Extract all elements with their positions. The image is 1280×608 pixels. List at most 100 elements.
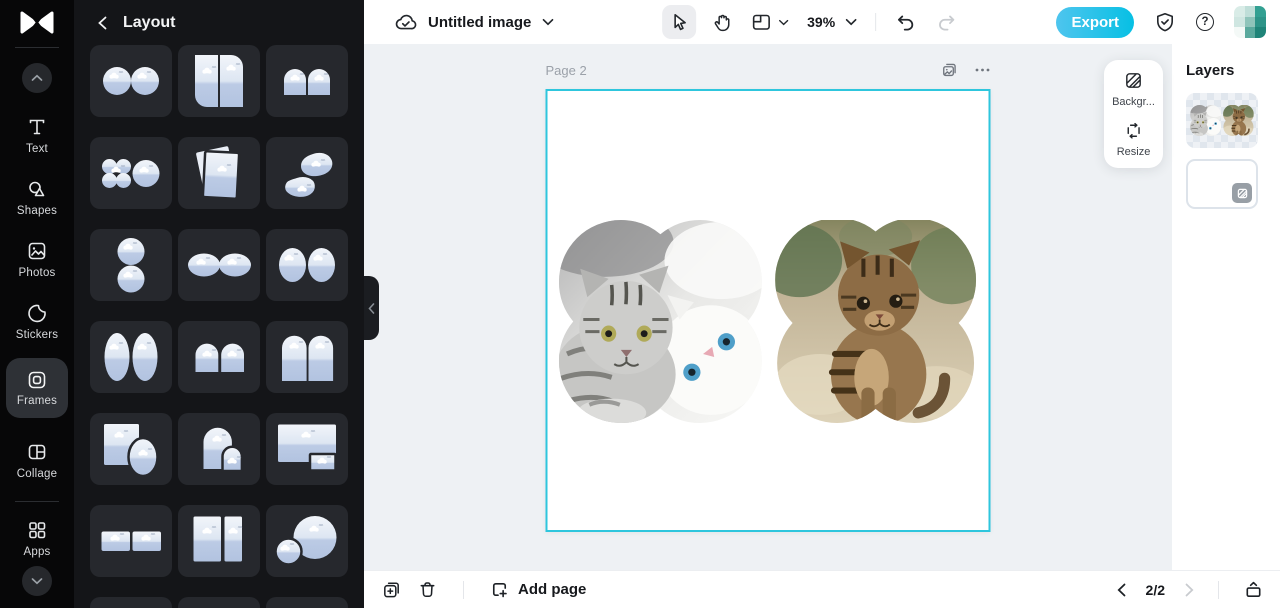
resize-button[interactable]: Resize [1106, 120, 1161, 158]
canvas-area[interactable]: Page 2 Backgr... Resize [364, 44, 1172, 570]
background-icon [1126, 73, 1141, 88]
chevron-left-icon [98, 16, 107, 30]
doc-title-dropdown[interactable] [542, 18, 554, 26]
zoom-level: 39% [807, 14, 836, 30]
sidebar-item-text[interactable]: Text [26, 116, 48, 155]
layout-thumbnail-circles-duo[interactable] [266, 505, 348, 577]
layout-thumbnail-circles-vertical[interactable] [90, 229, 172, 301]
undo-icon [897, 15, 914, 30]
layout-thumbnail-arches-mid[interactable] [178, 321, 260, 393]
layout-thumbnail-blank[interactable] [178, 597, 260, 608]
sidebar-item-frames[interactable]: Frames [6, 358, 68, 418]
layout-thumbnail-rect-oval[interactable] [90, 413, 172, 485]
safety-shield-icon[interactable] [1154, 11, 1176, 33]
capcut-logo[interactable] [18, 9, 56, 36]
select-tool-button[interactable] [662, 5, 697, 39]
scroll-up-button[interactable] [22, 63, 52, 93]
avatar-tile [1234, 6, 1245, 17]
duplicate-page-icon[interactable] [941, 61, 959, 79]
panel-collapse-handle[interactable] [364, 276, 379, 340]
user-avatar[interactable] [1234, 6, 1266, 38]
layout-thumbnail-ellipses-tall[interactable] [90, 321, 172, 393]
rail-divider [15, 501, 59, 502]
zoom-control[interactable]: 39% [807, 14, 857, 30]
layout-grid [90, 45, 348, 608]
export-button[interactable]: Export [1056, 6, 1134, 38]
sidebar-item-photos[interactable]: Photos [18, 240, 55, 279]
sidebar-item-label: Photos [18, 267, 56, 279]
sidebar-item-label: Frames [16, 395, 58, 407]
layout-thumbnail-tilted-stack[interactable] [178, 137, 260, 209]
stickers-icon [28, 304, 46, 323]
add-page-button[interactable]: Add page [489, 579, 586, 600]
cat-frames-group[interactable] [559, 220, 978, 423]
layers-title: Layers [1186, 62, 1235, 79]
artboard-tool-button[interactable] [746, 5, 793, 39]
redo-button[interactable] [935, 11, 958, 34]
back-button[interactable] [96, 16, 110, 30]
help-icon[interactable]: ? [1196, 13, 1214, 31]
cloud-sync-icon[interactable] [394, 11, 417, 34]
chevron-left-icon [1117, 583, 1125, 596]
layout-thumbnail-blank[interactable] [90, 597, 172, 608]
add-page-label: Add page [518, 581, 587, 598]
chevron-down-icon [543, 18, 554, 26]
page-menu-icon[interactable] [975, 67, 991, 73]
top-toolbar: Untitled image 39% Export ? [364, 0, 1280, 44]
chevron-down-icon [779, 19, 789, 25]
layout-thumbnail-split-panels[interactable] [178, 45, 260, 117]
hand-tool-button[interactable] [704, 5, 738, 39]
layer-item-frames[interactable] [1186, 93, 1258, 148]
layout-thumbnail-arches-tall[interactable] [266, 321, 348, 393]
export-page-button[interactable] [1243, 579, 1264, 600]
avatar-tile [1255, 6, 1266, 17]
background-button[interactable]: Backgr... [1106, 70, 1161, 108]
sidebar-item-label: Stickers [15, 329, 59, 341]
layout-thumbnail-ovals-horizontal[interactable] [178, 229, 260, 301]
layout-thumbnail-two-eggs[interactable] [266, 229, 348, 301]
trash-icon [420, 582, 435, 598]
sidebar-item-collage[interactable]: Collage [17, 441, 57, 480]
resize-label: Resize [1116, 146, 1151, 158]
layout-thumbnail-two-circles[interactable] [90, 45, 172, 117]
avatar-tile [1244, 27, 1256, 38]
layout-thumbnail-two-arches-small[interactable] [266, 45, 348, 117]
layer-item-background[interactable] [1186, 159, 1258, 209]
scroll-down-button[interactable] [22, 566, 52, 596]
document-title[interactable]: Untitled image [428, 14, 531, 31]
hand-icon [714, 14, 730, 32]
delete-page-button[interactable] [417, 579, 438, 600]
add-page-icon [492, 582, 507, 598]
layout-thumbnail-clover-circle[interactable] [90, 137, 172, 209]
app-window: Text Shapes Photos Stickers Frames Colla… [0, 0, 1280, 608]
chevron-left-icon [368, 302, 375, 314]
layout-thumbnail-rect-small-rect[interactable] [266, 413, 348, 485]
layer-thumbnail [1190, 105, 1254, 136]
redo-icon [939, 15, 955, 30]
bottombar-divider [1218, 580, 1219, 599]
layout-thumbnail-arch-overlap[interactable] [178, 413, 260, 485]
next-page-button[interactable] [1185, 583, 1194, 597]
sidebar-item-stickers[interactable]: Stickers [16, 302, 59, 341]
resize-icon [1127, 122, 1140, 139]
bottombar-divider [463, 580, 464, 599]
floating-tools-panel: Backgr... Resize [1104, 60, 1163, 168]
previous-page-button[interactable] [1117, 583, 1126, 597]
background-label: Backgr... [1112, 96, 1155, 108]
canvas-page[interactable] [545, 89, 991, 532]
layout-thumbnail-open-book[interactable] [178, 505, 260, 577]
panel-title: Layout [123, 14, 176, 31]
undo-button[interactable] [894, 11, 917, 34]
avatar-tile [1234, 16, 1245, 28]
left-toolbar-rail: Text Shapes Photos Stickers Frames Colla… [0, 0, 74, 608]
save-as-image-button[interactable] [381, 579, 402, 600]
cursor-icon [674, 14, 686, 31]
layout-thumbnail-blank[interactable] [266, 597, 348, 608]
layout-thumbnail-wide-rects[interactable] [90, 505, 172, 577]
photos-icon [28, 242, 46, 260]
chevron-up-icon [31, 74, 43, 81]
shapes-icon [29, 181, 45, 197]
sidebar-item-shapes[interactable]: Shapes [17, 178, 57, 217]
layout-thumbnail-two-blobs[interactable] [266, 137, 348, 209]
sidebar-item-apps[interactable]: Apps [23, 519, 50, 558]
